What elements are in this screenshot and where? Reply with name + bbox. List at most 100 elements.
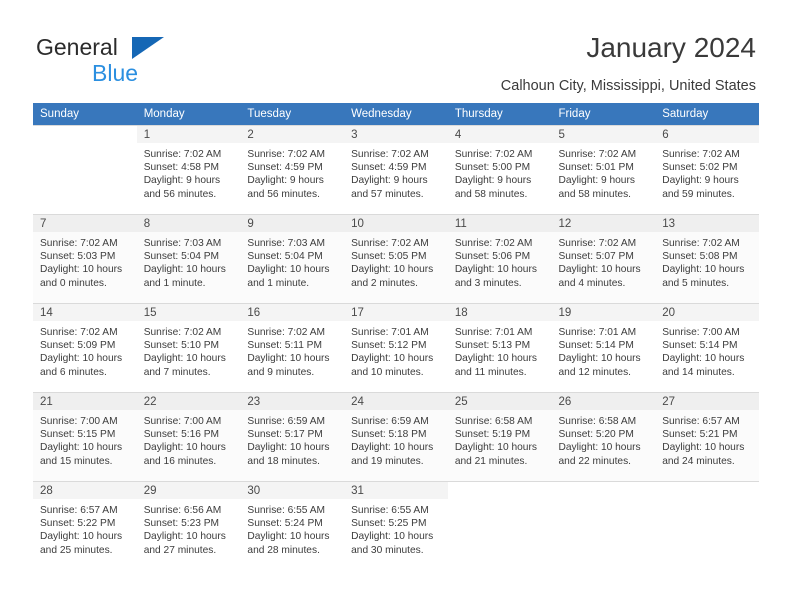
sunset-text: Sunset: 5:11 PM <box>247 340 322 352</box>
sunrise-text: Sunrise: 6:55 AM <box>247 505 325 516</box>
day-cell-inner: 9 Sunrise: 7:03 AM Sunset: 5:04 PM Daylight… <box>240 214 345 303</box>
day-cell-inner: 17 Sunrise: 7:01 AM Sunset: 5:12 PM Dayligh… <box>344 303 448 392</box>
general-blue-logo[interactable]: General Blue <box>36 36 164 85</box>
daylight-text: Daylight: 10 hours and 25 minutes. <box>40 531 123 556</box>
day-cell-inner: 16 Sunrise: 7:02 AM Sunset: 5:11 PM Dayligh… <box>240 303 345 392</box>
day-cell-inner: 15 Sunrise: 7:02 AM Sunset: 5:10 PM Dayligh… <box>136 303 241 392</box>
sunset-text: Sunset: 5:14 PM <box>558 340 634 352</box>
sunset-text: Sunset: 5:16 PM <box>143 429 220 441</box>
day-number: 1 <box>136 126 241 143</box>
daylight-text: Daylight: 10 hours and 2 minutes. <box>351 264 434 289</box>
page-location: Calhoun City, Mississippi, United States <box>500 78 756 94</box>
sunset-text: Sunset: 5:23 PM <box>143 518 220 530</box>
calendar-day-cell[interactable]: 14 Sunrise: 7:02 AM Sunset: 5:09 PM Dayligh… <box>33 303 137 392</box>
daylight-text: Daylight: 10 hours and 30 minutes. <box>351 531 434 556</box>
calendar-day-cell[interactable]: 2 Sunrise: 7:02 AM Sunset: 4:59 PM Daylight… <box>240 125 345 214</box>
daylight-text: Daylight: 10 hours and 4 minutes. <box>558 264 641 289</box>
calendar-day-cell[interactable]: 6 Sunrise: 7:02 AM Sunset: 5:02 PM Daylight… <box>655 125 759 214</box>
calendar-day-cell[interactable]: 1 Sunrise: 7:02 AM Sunset: 4:58 PM Daylight… <box>136 125 241 214</box>
day-number: 5 <box>551 126 656 143</box>
day-cell-inner: 28 Sunrise: 6:57 AM Sunset: 5:22 PM Dayligh… <box>33 481 137 570</box>
sunrise-text: Sunrise: 6:55 AM <box>351 505 429 516</box>
sunset-text: Sunset: 5:13 PM <box>454 340 531 352</box>
calendar-day-cell[interactable]: 13 Sunrise: 7:02 AM Sunset: 5:08 PM Dayligh… <box>655 214 759 303</box>
weekday-header-tuesday: Tuesday <box>240 103 345 125</box>
day-cell-inner: 29 Sunrise: 6:56 AM Sunset: 5:23 PM Dayligh… <box>136 481 241 570</box>
day-cell-inner: 2 Sunrise: 7:02 AM Sunset: 4:59 PM Daylight… <box>240 125 345 214</box>
sunset-text: Sunset: 5:07 PM <box>558 251 634 263</box>
day-cell-inner: 10 Sunrise: 7:02 AM Sunset: 5:05 PM Dayligh… <box>344 214 448 303</box>
calendar-day-cell[interactable]: 16 Sunrise: 7:02 AM Sunset: 5:11 PM Dayligh… <box>240 303 345 392</box>
daylight-text: Daylight: 10 hours and 28 minutes. <box>247 531 330 556</box>
sunset-text: Sunset: 5:03 PM <box>40 251 116 263</box>
sunrise-text: Sunrise: 7:02 AM <box>351 149 429 160</box>
day-cell-inner: 13 Sunrise: 7:02 AM Sunset: 5:08 PM Dayligh… <box>655 214 759 303</box>
sunrise-text: Sunrise: 7:02 AM <box>143 327 222 338</box>
daylight-text: Daylight: 10 hours and 5 minutes. <box>662 264 745 289</box>
day-number: 19 <box>551 304 656 321</box>
calendar-empty-cell <box>33 125 137 214</box>
daylight-text: Daylight: 10 hours and 6 minutes. <box>40 353 123 378</box>
calendar-day-cell[interactable]: 20 Sunrise: 7:00 AM Sunset: 5:14 PM Dayligh… <box>655 303 759 392</box>
day-number: 3 <box>344 126 448 143</box>
daylight-text: Daylight: 10 hours and 19 minutes. <box>351 442 434 467</box>
day-cell-body: Sunrise: 7:02 AM Sunset: 5:01 PM Daylight:… <box>552 143 656 201</box>
calendar-day-cell[interactable]: 3 Sunrise: 7:02 AM Sunset: 4:59 PM Daylight… <box>344 125 448 214</box>
calendar-day-cell[interactable]: 10 Sunrise: 7:02 AM Sunset: 5:05 PM Dayligh… <box>344 214 448 303</box>
day-cell-body: Sunrise: 7:02 AM Sunset: 5:02 PM Daylight:… <box>655 143 759 201</box>
daylight-text: Daylight: 10 hours and 15 minutes. <box>40 442 123 467</box>
sunrise-text: Sunrise: 6:58 AM <box>558 416 637 427</box>
day-cell-inner: 8 Sunrise: 7:03 AM Sunset: 5:04 PM Daylight… <box>136 214 241 303</box>
calendar-day-cell[interactable]: 29 Sunrise: 6:56 AM Sunset: 5:23 PM Dayligh… <box>136 481 241 570</box>
sunrise-text: Sunrise: 7:00 AM <box>40 416 118 427</box>
day-cell-body: Sunrise: 7:00 AM Sunset: 5:16 PM Daylight:… <box>137 410 241 468</box>
calendar-day-cell[interactable]: 5 Sunrise: 7:02 AM Sunset: 5:01 PM Daylight… <box>551 125 656 214</box>
sunrise-text: Sunrise: 7:02 AM <box>662 238 740 249</box>
calendar-day-cell[interactable]: 21 Sunrise: 7:00 AM Sunset: 5:15 PM Dayligh… <box>33 392 137 481</box>
daylight-text: Daylight: 10 hours and 16 minutes. <box>143 442 226 467</box>
day-number: 27 <box>655 393 759 410</box>
calendar-day-cell[interactable]: 8 Sunrise: 7:03 AM Sunset: 5:04 PM Daylight… <box>136 214 241 303</box>
day-cell-body: Sunrise: 6:59 AM Sunset: 5:18 PM Daylight:… <box>344 410 448 468</box>
calendar-day-cell[interactable]: 9 Sunrise: 7:03 AM Sunset: 5:04 PM Daylight… <box>240 214 345 303</box>
sunrise-text: Sunrise: 7:00 AM <box>143 416 222 427</box>
calendar-day-cell[interactable]: 30 Sunrise: 6:55 AM Sunset: 5:24 PM Dayligh… <box>240 481 345 570</box>
daylight-text: Daylight: 10 hours and 7 minutes. <box>143 353 226 378</box>
triangle-icon <box>132 37 164 59</box>
day-cell-body: Sunrise: 6:55 AM Sunset: 5:25 PM Daylight:… <box>344 499 448 557</box>
calendar-day-cell[interactable]: 24 Sunrise: 6:59 AM Sunset: 5:18 PM Dayligh… <box>344 392 448 481</box>
calendar-day-cell[interactable]: 23 Sunrise: 6:59 AM Sunset: 5:17 PM Dayligh… <box>240 392 345 481</box>
calendar-day-cell[interactable]: 18 Sunrise: 7:01 AM Sunset: 5:13 PM Dayligh… <box>447 303 552 392</box>
calendar-day-cell[interactable]: 31 Sunrise: 6:55 AM Sunset: 5:25 PM Dayligh… <box>344 481 448 570</box>
calendar-day-cell[interactable]: 22 Sunrise: 7:00 AM Sunset: 5:16 PM Dayligh… <box>136 392 241 481</box>
sunset-text: Sunset: 5:17 PM <box>247 429 323 441</box>
calendar-day-cell[interactable]: 15 Sunrise: 7:02 AM Sunset: 5:10 PM Dayligh… <box>136 303 241 392</box>
day-number: 18 <box>447 304 552 321</box>
calendar-day-cell[interactable]: 28 Sunrise: 6:57 AM Sunset: 5:22 PM Dayligh… <box>33 481 137 570</box>
daylight-text: Daylight: 10 hours and 12 minutes. <box>558 353 641 378</box>
sunrise-text: Sunrise: 6:59 AM <box>247 416 325 427</box>
sunrise-text: Sunrise: 6:59 AM <box>351 416 429 427</box>
calendar-day-cell[interactable]: 26 Sunrise: 6:58 AM Sunset: 5:20 PM Dayligh… <box>551 392 656 481</box>
sunset-text: Sunset: 5:22 PM <box>40 518 116 530</box>
daylight-text: Daylight: 10 hours and 9 minutes. <box>247 353 330 378</box>
daylight-text: Daylight: 9 hours and 57 minutes. <box>351 175 428 200</box>
calendar-day-cell[interactable]: 17 Sunrise: 7:01 AM Sunset: 5:12 PM Dayligh… <box>344 303 448 392</box>
day-cell-body: Sunrise: 7:01 AM Sunset: 5:12 PM Daylight:… <box>344 321 448 379</box>
calendar-day-cell[interactable]: 19 Sunrise: 7:01 AM Sunset: 5:14 PM Dayligh… <box>551 303 656 392</box>
calendar-day-cell[interactable]: 12 Sunrise: 7:02 AM Sunset: 5:07 PM Dayligh… <box>551 214 656 303</box>
calendar-day-cell[interactable]: 25 Sunrise: 6:58 AM Sunset: 5:19 PM Dayligh… <box>447 392 552 481</box>
day-cell-body: Sunrise: 7:01 AM Sunset: 5:14 PM Daylight:… <box>552 321 656 379</box>
sunrise-text: Sunrise: 6:56 AM <box>143 505 222 516</box>
weekday-header-saturday: Saturday <box>655 103 759 125</box>
sunrise-text: Sunrise: 6:57 AM <box>40 505 118 516</box>
sunset-text: Sunset: 5:01 PM <box>558 162 634 174</box>
sunrise-text: Sunrise: 6:57 AM <box>662 416 740 427</box>
calendar-day-cell[interactable]: 4 Sunrise: 7:02 AM Sunset: 5:00 PM Daylight… <box>447 125 552 214</box>
calendar-week-row: 1 Sunrise: 7:02 AM Sunset: 4:58 PM Daylight… <box>33 125 759 214</box>
day-cell-inner: 11 Sunrise: 7:02 AM Sunset: 5:06 PM Dayligh… <box>447 214 552 303</box>
calendar-day-cell[interactable]: 7 Sunrise: 7:02 AM Sunset: 5:03 PM Daylight… <box>33 214 137 303</box>
calendar-day-cell[interactable]: 27 Sunrise: 6:57 AM Sunset: 5:21 PM Dayligh… <box>655 392 759 481</box>
sunset-text: Sunset: 5:24 PM <box>247 518 323 530</box>
calendar-day-cell[interactable]: 11 Sunrise: 7:02 AM Sunset: 5:06 PM Dayligh… <box>447 214 552 303</box>
